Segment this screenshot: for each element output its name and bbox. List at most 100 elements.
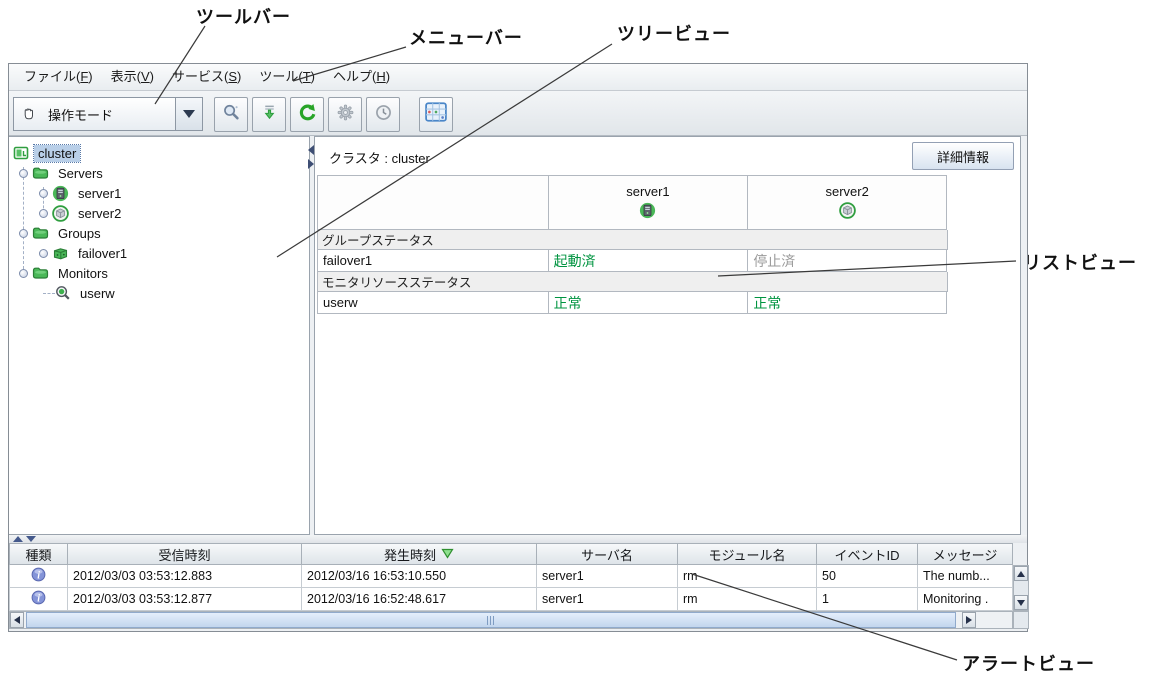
status-badge: 正常 — [753, 293, 781, 313]
group-name-cell: failover1 — [318, 250, 549, 272]
alert-row-1[interactable]: i 2012/03/03 03:53:12.883 2012/03/16 16:… — [9, 565, 1013, 588]
group-status-row-failover1[interactable]: failover1 起動済 停止済 — [318, 250, 947, 272]
alert-col-server[interactable]: サーバ名 — [537, 543, 678, 565]
group-status-section-header: グループステータス — [318, 230, 948, 250]
menu-service-mnemonic: S — [228, 69, 237, 84]
svg-text:i: i — [37, 593, 40, 604]
alert-horizontal-scrollbar[interactable] — [9, 611, 1013, 629]
info-icon: i — [31, 567, 46, 585]
menu-tool-close: ) — [311, 69, 315, 84]
scrollbar-grip-icon — [487, 616, 495, 625]
tree-item-failover1-label: failover1 — [74, 245, 131, 262]
alert-eventid-cell: 1 — [817, 588, 918, 611]
tree-item-server2[interactable]: server2 — [39, 203, 125, 223]
alert-message-cell: Monitoring . — [918, 588, 1013, 611]
arrow-right-icon — [966, 616, 972, 624]
status-table-header-row: server1 server2 — [318, 176, 947, 230]
page-root: ツールバー メニューバー ツリービュー リストビュー アラートビュー ファイル(… — [0, 0, 1155, 684]
menu-tool[interactable]: ツール(T) — [250, 64, 324, 90]
monitor-status-section-header: モニタリソースステータス — [318, 272, 948, 292]
integrated-manager-icon — [425, 102, 447, 127]
menu-service[interactable]: サービス(S) — [163, 64, 250, 90]
tree-item-cluster[interactable]: cluster — [13, 143, 80, 163]
tree-item-server2-label: server2 — [74, 205, 125, 222]
annotation-listview-label: リストビュー — [1023, 249, 1137, 275]
alert-col-eventid[interactable]: イベントID — [817, 543, 918, 565]
menu-file-text: ファイル( — [24, 69, 80, 84]
status-header-server1: server1 — [549, 176, 749, 230]
servers-folder-icon — [32, 165, 49, 181]
alert-message-cell: The numb... — [918, 565, 1013, 588]
alert-col-message[interactable]: メッセージ — [918, 543, 1013, 565]
monitor-status-row-userw[interactable]: userw 正常 正常 — [318, 292, 947, 314]
alert-occurred-cell: 2012/03/16 16:53:10.550 — [302, 565, 537, 588]
tree-item-server1-label: server1 — [74, 185, 125, 202]
monitor-resource-icon — [55, 285, 71, 301]
alert-col-module[interactable]: モジュール名 — [678, 543, 817, 565]
tree-expand-handle[interactable] — [19, 269, 28, 278]
alert-col-received[interactable]: 受信時刻 — [68, 543, 302, 565]
scroll-down-button[interactable] — [1014, 595, 1028, 610]
settings-button[interactable] — [328, 97, 362, 132]
info-icon: i — [31, 590, 46, 608]
tree-item-failover1[interactable]: failover1 — [39, 243, 131, 263]
monitor-status-server1-cell: 正常 — [549, 292, 749, 314]
integrated-manager-button[interactable] — [419, 97, 453, 132]
alert-col-occurred[interactable]: 発生時刻 — [302, 543, 537, 565]
alert-vertical-scrollbar[interactable] — [1013, 565, 1029, 611]
search-icon — [222, 103, 241, 127]
list-view: クラスタ : cluster 詳細情報 server1 serve — [314, 136, 1021, 535]
status-header-empty — [318, 176, 549, 230]
tree-view: cluster Servers server1 — [9, 136, 310, 535]
arrow-up-icon — [1017, 571, 1025, 577]
alert-rows: i 2012/03/03 03:53:12.883 2012/03/16 16:… — [9, 565, 1013, 611]
scroll-up-button[interactable] — [1014, 566, 1028, 581]
operation-mode-selector[interactable]: 操作モード — [13, 97, 203, 131]
groups-folder-icon — [32, 225, 49, 241]
tree-expand-handle[interactable] — [19, 169, 28, 178]
tree-item-groups-label: Groups — [54, 225, 105, 242]
group-status-server2-cell: 停止済 — [748, 250, 947, 272]
tool-bar: 操作モード — [9, 91, 1027, 136]
chevron-down-icon — [183, 110, 195, 118]
tree-item-groups[interactable]: Groups — [19, 223, 105, 243]
horizontal-scrollbar-thumb[interactable] — [26, 612, 956, 628]
alert-module-cell: rm — [678, 565, 817, 588]
detail-info-button[interactable]: 詳細情報 — [912, 142, 1014, 170]
gear-icon — [337, 104, 354, 126]
tree-expand-handle[interactable] — [19, 229, 28, 238]
arrow-down-icon — [1017, 600, 1025, 606]
tree-item-servers[interactable]: Servers — [19, 163, 107, 183]
tree-item-server1[interactable]: server1 — [39, 183, 125, 203]
menu-view[interactable]: 表示(V) — [102, 64, 163, 90]
alert-col-occurred-label: 発生時刻 — [384, 545, 436, 564]
menu-tool-mnemonic: T — [303, 69, 311, 84]
menu-help[interactable]: ヘルプ(H) — [324, 64, 399, 90]
tree-expand-handle[interactable] — [39, 189, 48, 198]
splitter-down-icon[interactable] — [26, 536, 36, 542]
group-status-server1-cell: 起動済 — [549, 250, 749, 272]
search-button[interactable] — [214, 97, 248, 132]
main-content: cluster Servers server1 — [9, 136, 1027, 535]
tree-expand-handle[interactable] — [39, 249, 48, 258]
operation-mode-dropdown-button[interactable] — [175, 98, 202, 130]
alert-module-cell: rm — [678, 588, 817, 611]
sort-desc-icon — [441, 547, 454, 562]
menu-file[interactable]: ファイル(F) — [15, 64, 102, 90]
splitter-up-icon[interactable] — [13, 536, 23, 542]
tree-item-userw[interactable]: userw — [55, 283, 119, 303]
scroll-left-button[interactable] — [10, 612, 24, 628]
tree-item-userw-label: userw — [76, 285, 119, 302]
tree-item-monitors[interactable]: Monitors — [19, 263, 112, 283]
svg-text:i: i — [37, 570, 40, 581]
scroll-right-button[interactable] — [962, 612, 976, 628]
apply-button[interactable] — [252, 97, 286, 132]
alert-splitter[interactable] — [9, 535, 1027, 543]
reload-button[interactable] — [290, 97, 324, 132]
apply-icon — [261, 104, 278, 126]
alert-col-kind[interactable]: 種類 — [9, 543, 68, 565]
time-info-button[interactable] — [366, 97, 400, 132]
alert-row-2[interactable]: i 2012/03/03 03:53:12.877 2012/03/16 16:… — [9, 588, 1013, 611]
tree-expand-handle[interactable] — [39, 209, 48, 218]
server1-column-label: server1 — [626, 184, 669, 199]
